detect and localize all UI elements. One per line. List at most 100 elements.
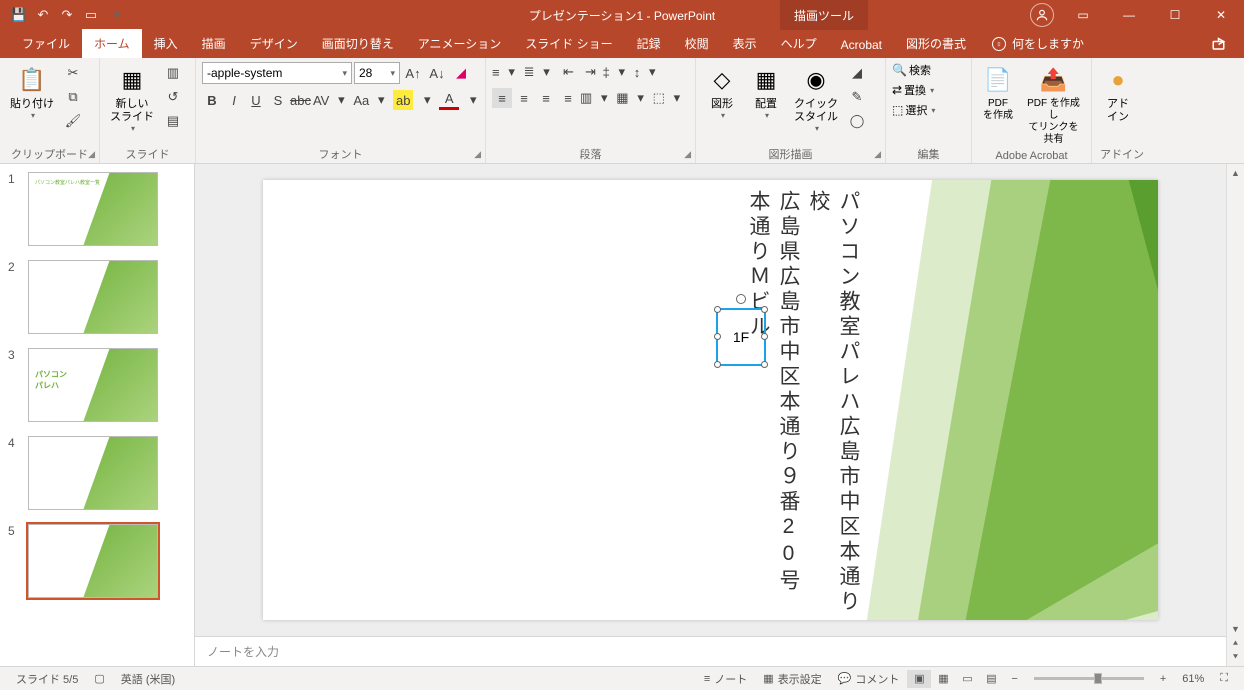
char-spacing-icon[interactable]: AV▾ <box>313 90 351 110</box>
qat-dropdown-icon[interactable]: ▾ <box>108 6 126 24</box>
replace-button[interactable]: ⇄置換▾ <box>892 82 935 98</box>
bullets-icon[interactable]: ≡▾ <box>492 62 522 82</box>
font-size-input[interactable] <box>359 66 386 80</box>
tab-draw[interactable]: 描画 <box>190 29 238 58</box>
language-indicator[interactable]: 英語 (米国) <box>113 671 183 687</box>
smartart-icon[interactable]: ⬚▾ <box>653 88 687 108</box>
bold-button[interactable]: B <box>202 90 222 110</box>
shadow-button[interactable]: S <box>268 90 288 110</box>
copy-icon[interactable]: ⧉ <box>62 86 84 108</box>
align-center-icon[interactable]: ≡ <box>514 88 534 108</box>
tell-me[interactable]: ♀ 何をしますか <box>984 29 1092 58</box>
decrease-font-icon[interactable]: A↓ <box>426 62 448 84</box>
tab-help[interactable]: ヘルプ <box>769 29 829 58</box>
find-button[interactable]: 🔍検索 <box>892 62 935 78</box>
resize-handle[interactable] <box>761 361 768 368</box>
strike-button[interactable]: abc <box>290 90 311 110</box>
font-color-icon[interactable]: A <box>439 90 459 110</box>
zoom-slider[interactable] <box>1034 677 1144 680</box>
resize-handle[interactable] <box>761 306 768 313</box>
notes-toggle[interactable]: ≡ ノート <box>696 671 755 687</box>
save-icon[interactable]: 💾 <box>10 6 28 24</box>
thumbnail-3[interactable]: パソコンパレハ <box>28 348 158 422</box>
tab-file[interactable]: ファイル <box>10 29 82 58</box>
zoom-level[interactable]: 61% <box>1174 673 1212 685</box>
font-family-combo[interactable]: ▾ <box>202 62 352 84</box>
slide-counter[interactable]: スライド 5/5 <box>8 671 86 687</box>
close-button[interactable]: ✕ <box>1198 0 1244 30</box>
maximize-button[interactable]: ☐ <box>1152 0 1198 30</box>
highlight-icon[interactable]: ab <box>393 90 413 110</box>
display-settings[interactable]: ▦ 表示設定 <box>755 671 829 687</box>
tab-review[interactable]: 校閲 <box>673 29 721 58</box>
line-spacing-icon[interactable]: ‡▾ <box>603 62 632 82</box>
minimize-button[interactable]: — <box>1106 0 1152 30</box>
tab-insert[interactable]: 挿入 <box>142 29 190 58</box>
align-right-icon[interactable]: ≡ <box>536 88 556 108</box>
dialog-launcher-icon[interactable]: ◢ <box>684 149 691 160</box>
normal-view-icon[interactable]: ▣ <box>907 670 931 688</box>
vertical-scrollbar[interactable]: ▲ ▼ ⯅ ⯆ <box>1226 164 1244 666</box>
align-text-icon[interactable]: ▦▾ <box>616 88 650 108</box>
spell-check-icon[interactable]: ▢ <box>86 672 112 685</box>
text-selection-box[interactable]: 1F <box>716 308 766 366</box>
slide-text-line2[interactable]: 広島県広島市中区本通り９番20号 <box>773 190 803 594</box>
resize-handle[interactable] <box>714 361 721 368</box>
format-painter-icon[interactable]: 🖌 <box>62 110 84 132</box>
tab-transitions[interactable]: 画面切り替え <box>310 29 406 58</box>
dialog-launcher-icon[interactable]: ◢ <box>474 149 481 160</box>
section-icon[interactable]: ▤ <box>162 110 184 132</box>
change-case-icon[interactable]: Aa▾ <box>353 90 391 110</box>
prev-slide-icon[interactable]: ⯅ <box>1229 636 1243 650</box>
account-avatar-icon[interactable] <box>1030 3 1054 27</box>
addin-button[interactable]: ●アド イン <box>1098 62 1138 126</box>
next-slide-icon[interactable]: ⯆ <box>1229 650 1243 664</box>
tab-view[interactable]: 表示 <box>721 29 769 58</box>
clear-format-icon[interactable]: ◢ <box>450 62 472 84</box>
reading-view-icon[interactable]: ▭ <box>955 670 979 688</box>
font-family-input[interactable] <box>207 66 338 80</box>
sorter-view-icon[interactable]: ▦ <box>931 670 955 688</box>
cut-icon[interactable]: ✂ <box>62 62 84 84</box>
zoom-in-icon[interactable]: + <box>1152 673 1174 685</box>
tab-record[interactable]: 記録 <box>625 29 673 58</box>
scroll-up-icon[interactable]: ▲ <box>1229 166 1243 180</box>
slide-thumbnails-panel[interactable]: 1パソコン教室パレハ教室一覧 2 3パソコンパレハ 4 5 <box>0 164 195 666</box>
tab-animations[interactable]: アニメーション <box>406 29 514 58</box>
shapes-button[interactable]: ◇図形▾ <box>702 62 742 122</box>
tab-slideshow[interactable]: スライド ショー <box>513 29 624 58</box>
thumbnail-1[interactable]: パソコン教室パレハ教室一覧 <box>28 172 158 246</box>
shape-fill-icon[interactable]: ◢ <box>846 62 868 84</box>
shape-outline-icon[interactable]: ✎ <box>846 86 868 108</box>
quick-styles-button[interactable]: ◉クイック スタイル▾ <box>790 62 842 135</box>
reset-icon[interactable]: ↺ <box>162 86 184 108</box>
selected-text[interactable]: 1F <box>733 329 749 345</box>
share-icon[interactable] <box>1210 34 1232 54</box>
new-slide-button[interactable]: ▦ 新しい スライド ▾ <box>106 62 158 135</box>
thumbnail-2[interactable] <box>28 260 158 334</box>
resize-handle[interactable] <box>761 333 768 340</box>
font-size-combo[interactable]: ▾ <box>354 62 400 84</box>
thumbnail-5[interactable] <box>28 524 158 598</box>
dialog-launcher-icon[interactable]: ◢ <box>874 149 881 160</box>
fit-to-window-icon[interactable]: ⛶ <box>1212 672 1236 685</box>
rotate-handle-icon[interactable] <box>736 294 746 304</box>
zoom-out-icon[interactable]: − <box>1003 673 1025 685</box>
undo-icon[interactable]: ↶ <box>34 6 52 24</box>
pdf-share-button[interactable]: 📤PDF を作成し てリンクを共有 <box>1022 62 1085 148</box>
resize-handle[interactable] <box>714 306 721 313</box>
slide-canvas[interactable]: パソコン教室パレハ広島市中区本通り校 広島県広島市中区本通り９番20号 本通りＭ… <box>263 180 1158 620</box>
slide-text-line1[interactable]: パソコン教室パレハ広島市中区本通り校 <box>803 190 863 620</box>
italic-button[interactable]: I <box>224 90 244 110</box>
justify-icon[interactable]: ≡ <box>558 88 578 108</box>
increase-indent-icon[interactable]: ⇥ <box>581 62 601 82</box>
text-direction-icon[interactable]: ↕▾ <box>634 62 663 82</box>
shape-effects-icon[interactable]: ◯ <box>846 110 868 132</box>
scroll-down-icon[interactable]: ▼ <box>1229 622 1243 636</box>
notes-pane[interactable]: ノートを入力 <box>195 636 1226 666</box>
tab-design[interactable]: デザイン <box>238 29 310 58</box>
redo-icon[interactable]: ↷ <box>58 6 76 24</box>
pdf-create-button[interactable]: 📄PDF を作成 <box>978 62 1018 124</box>
tab-home[interactable]: ホーム <box>82 29 142 58</box>
ribbon-display-icon[interactable]: ▭ <box>1060 0 1106 30</box>
